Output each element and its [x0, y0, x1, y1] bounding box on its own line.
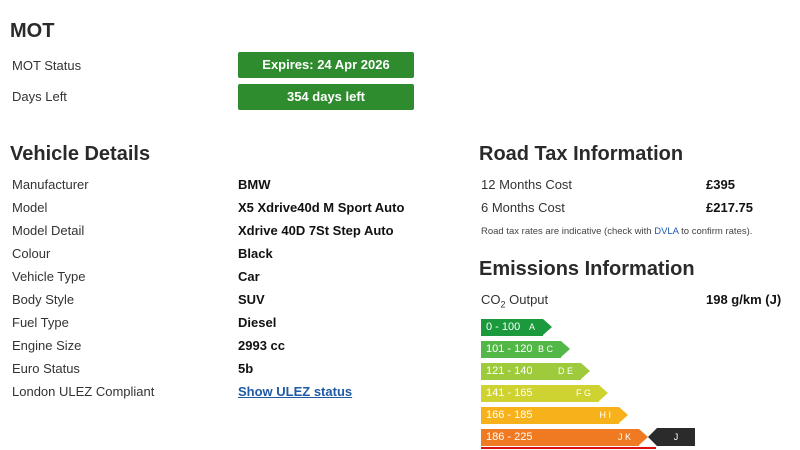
engine-size-label: Engine Size: [12, 338, 82, 353]
euro-status-label: Euro Status: [12, 361, 80, 376]
tax-12-months-label: 12 Months Cost: [481, 177, 573, 192]
model-detail-value: Xdrive 40D 7St Step Auto: [238, 223, 394, 238]
mot-status-label: MOT Status: [12, 58, 82, 73]
model-label: Model: [12, 200, 48, 215]
days-left-label: Days Left: [12, 89, 67, 104]
band-hi-letter: H I: [599, 410, 611, 420]
band-jk-letter: J K: [617, 432, 631, 442]
band-fg: 141 - 165 F G: [481, 385, 608, 402]
co2-output-label: CO2 Output: [481, 292, 548, 310]
co2-label-main: CO: [481, 292, 501, 307]
mot-status-badge: Expires: 24 Apr 2026: [238, 52, 414, 78]
mot-heading: MOT: [10, 20, 55, 42]
vehicle-type-value: Car: [238, 269, 260, 284]
fuel-type-label: Fuel Type: [12, 315, 69, 330]
colour-label: Colour: [12, 246, 51, 261]
days-left-badge: 354 days left: [238, 84, 414, 110]
ulez-label: London ULEZ Compliant: [12, 384, 155, 399]
band-de: 121 - 140 D E: [481, 363, 590, 380]
body-style-label: Body Style: [12, 292, 75, 307]
fuel-type-value: Diesel: [238, 315, 277, 330]
emissions-heading: Emissions Information: [479, 258, 695, 280]
band-bc: 101 - 120 B C: [481, 341, 570, 358]
road-tax-heading: Road Tax Information: [479, 143, 684, 165]
band-bc-letter: B C: [537, 344, 553, 354]
show-ulez-status-link[interactable]: Show ULEZ status: [238, 384, 352, 399]
band-hi-range: 166 - 185: [486, 409, 533, 421]
model-value: X5 Xdrive40d M Sport Auto: [238, 200, 405, 215]
band-hi: 166 - 185 H I: [481, 407, 628, 424]
euro-status-value: 5b: [238, 361, 254, 376]
band-de-range: 121 - 140: [486, 365, 533, 377]
band-fg-range: 141 - 165: [486, 387, 533, 399]
tax-6-months-value: £217.75: [706, 200, 753, 215]
manufacturer-label: Manufacturer: [12, 177, 89, 192]
band-jk-range: 186 - 225: [486, 431, 533, 443]
co2-label-rest: Output: [505, 292, 549, 307]
current-band-underline: [481, 447, 656, 449]
band-a-range: 0 - 100: [486, 321, 521, 333]
model-detail-label: Model Detail: [12, 223, 85, 238]
band-jk: 186 - 225 J K: [481, 429, 648, 446]
band-de-letter: D E: [557, 366, 573, 376]
colour-value: Black: [238, 246, 273, 261]
tax-12-months-value: £395: [706, 177, 735, 192]
body-style-value: SUV: [238, 292, 265, 307]
vehicle-details-heading: Vehicle Details: [10, 143, 151, 165]
vehicle-type-label: Vehicle Type: [12, 269, 86, 284]
co2-output-value: 198 g/km (J): [706, 292, 782, 307]
tax-6-months-label: 6 Months Cost: [481, 200, 565, 215]
tax-disclaimer: Road tax rates are indicative (check wit…: [481, 226, 752, 237]
tax-disclaimer-suffix: to confirm rates).: [678, 226, 753, 237]
current-band-marker: J: [648, 428, 695, 446]
band-a: 0 - 100 A: [481, 319, 552, 336]
engine-size-value: 2993 cc: [238, 338, 285, 353]
band-bc-range: 101 - 120: [486, 343, 533, 355]
tax-disclaimer-prefix: Road tax rates are indicative (check wit…: [481, 226, 655, 237]
manufacturer-value: BMW: [238, 177, 271, 192]
band-fg-letter: F G: [576, 388, 591, 398]
band-a-letter: A: [528, 322, 535, 332]
dvla-link[interactable]: DVLA: [654, 226, 678, 237]
